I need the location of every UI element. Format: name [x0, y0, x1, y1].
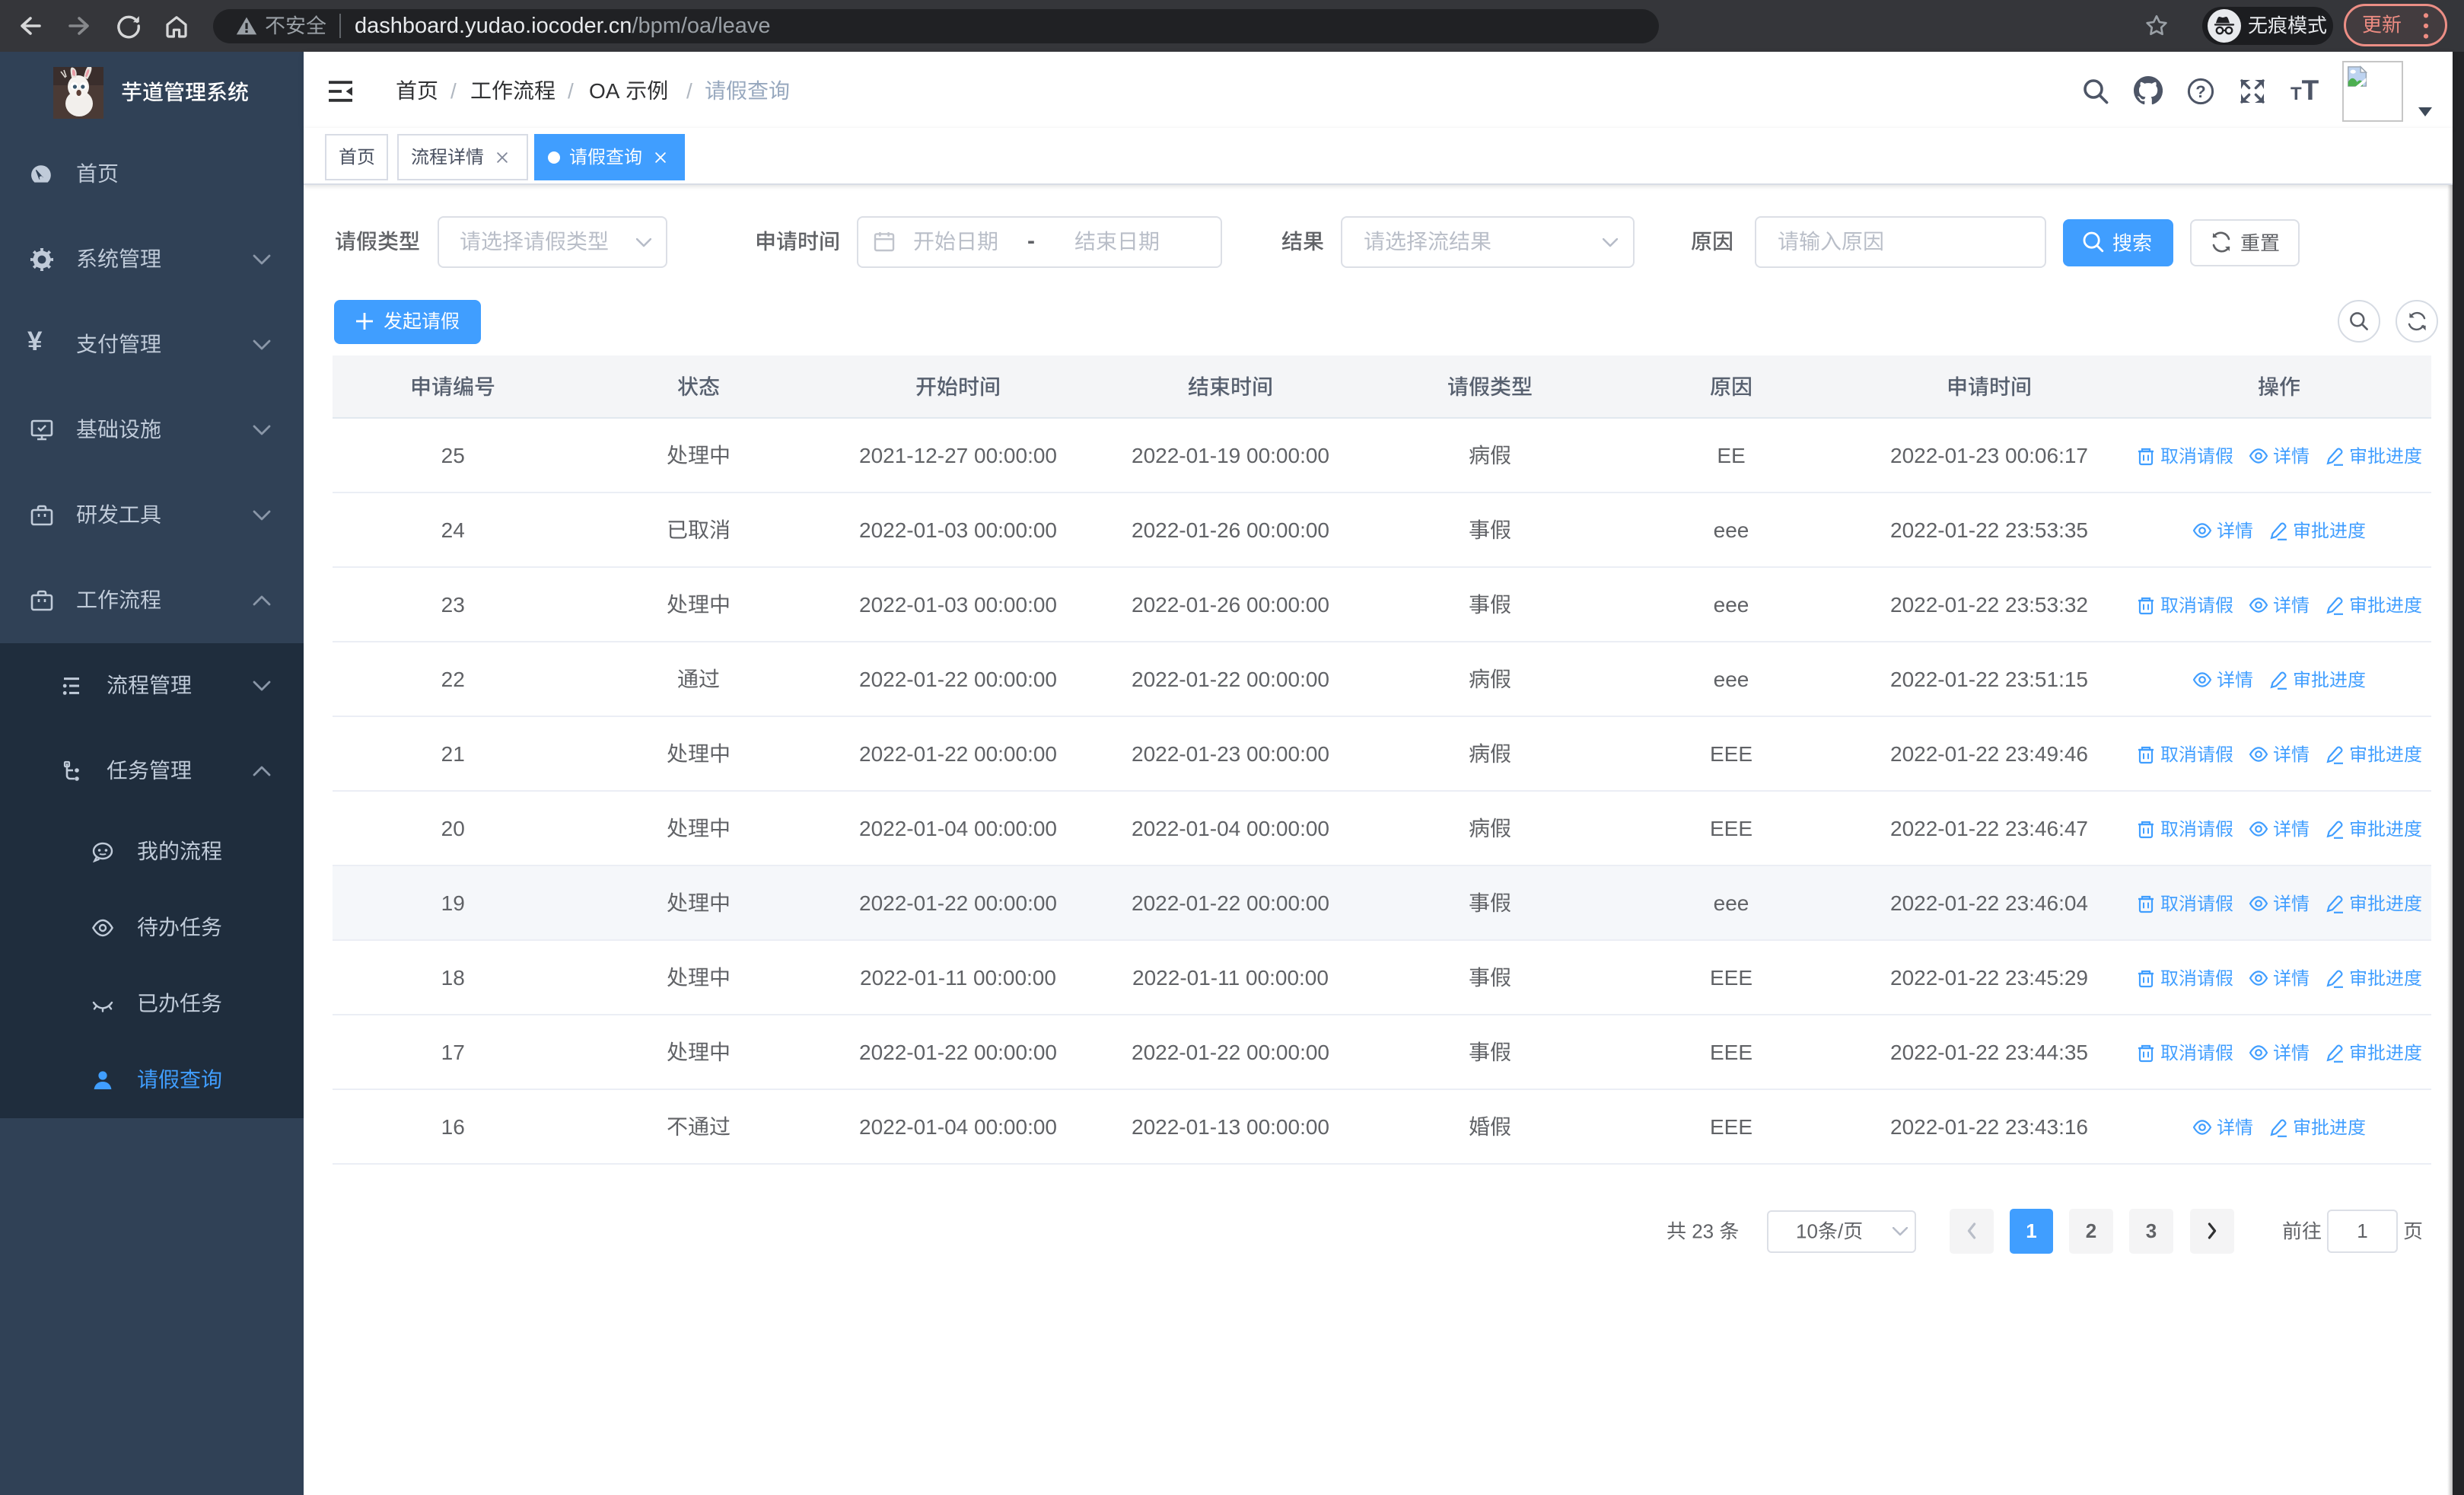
- svg-text:OA: OA: [589, 80, 626, 102]
- svg-text:?: ?: [2195, 82, 2205, 101]
- svg-text:-: -: [1027, 228, 1035, 253]
- svg-text:23: 23: [1686, 1221, 1719, 1242]
- svg-text:/: /: [568, 80, 574, 102]
- svg-text:/: /: [686, 80, 692, 102]
- svg-text:10: 10: [1796, 1221, 1818, 1242]
- svg-text:/: /: [450, 80, 457, 102]
- svg-text:/: /: [1838, 1221, 1844, 1242]
